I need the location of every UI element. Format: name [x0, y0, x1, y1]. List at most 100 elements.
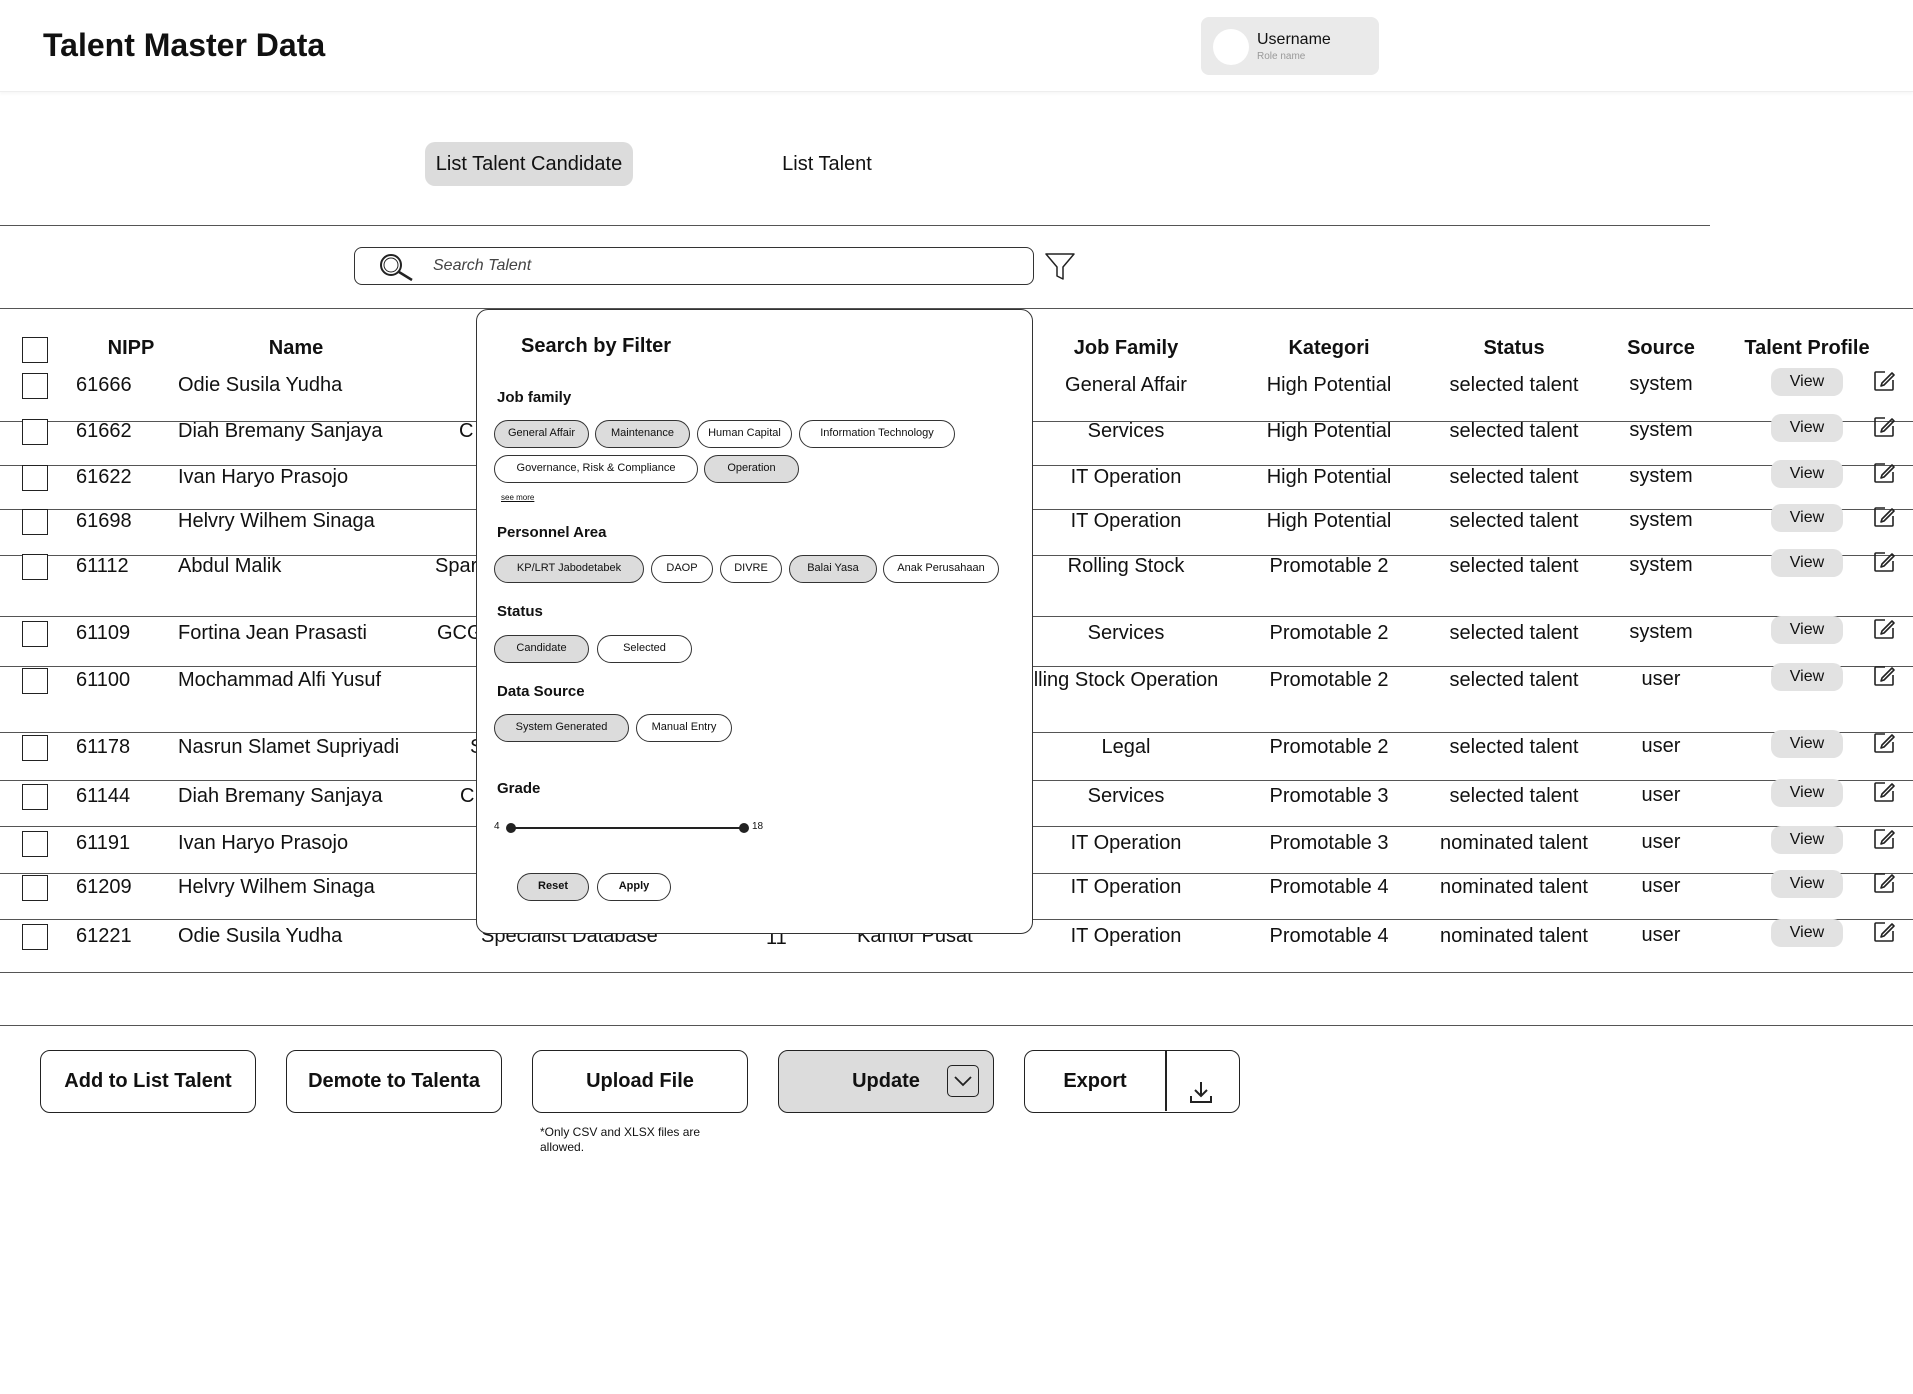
cell-source: system [1629, 621, 1693, 643]
chip-kp-lrt-jabodetabek[interactable]: KP/LRT Jabodetabek [494, 555, 644, 583]
filter-icon[interactable] [1044, 251, 1076, 288]
view-button[interactable]: View [1771, 414, 1843, 442]
cell-source: system [1629, 554, 1693, 576]
view-button[interactable]: View [1771, 779, 1843, 807]
download-icon[interactable] [1188, 1069, 1214, 1129]
edit-icon[interactable] [1872, 550, 1896, 579]
view-button[interactable]: View [1771, 663, 1843, 691]
chip-governance-risk-compliance[interactable]: Governance, Risk & Compliance [494, 455, 698, 483]
chip-information-technology[interactable]: Information Technology [799, 420, 955, 448]
chip-anak-perusahaan[interactable]: Anak Perusahaan [883, 555, 999, 583]
edit-icon[interactable] [1872, 827, 1896, 856]
cell-source: user [1641, 784, 1681, 806]
row-checkbox[interactable] [22, 784, 48, 810]
search-input[interactable] [433, 254, 993, 278]
tab-list-talent[interactable]: List Talent [760, 142, 894, 186]
chip-maintenance[interactable]: Maintenance [595, 420, 690, 448]
cell-nipp: 61622 [76, 466, 132, 488]
cell-job-family: IT Operation [1070, 876, 1182, 898]
user-card[interactable]: Username Role name [1201, 17, 1379, 75]
cell-job-family: Rolling Stock [1067, 555, 1185, 577]
demote-to-talenta-button[interactable]: Demote to Talenta [286, 1050, 502, 1113]
reset-button[interactable]: Reset [517, 873, 589, 901]
row-checkbox[interactable] [22, 465, 48, 491]
see-more-link[interactable]: see more [501, 493, 534, 502]
edit-icon[interactable] [1872, 920, 1896, 949]
chip-candidate[interactable]: Candidate [494, 635, 589, 663]
chip-daop[interactable]: DAOP [651, 555, 713, 583]
cell-source: user [1641, 831, 1681, 853]
search-box[interactable] [354, 247, 1034, 285]
cell-source: system [1629, 373, 1693, 395]
row-checkbox[interactable] [22, 735, 48, 761]
top-bar: Talent Master Data Username Role name [0, 0, 1913, 92]
edit-icon[interactable] [1872, 871, 1896, 900]
chip-human-capital[interactable]: Human Capital [697, 420, 792, 448]
actions-divider [0, 1025, 1913, 1026]
edit-icon[interactable] [1872, 369, 1896, 398]
edit-icon[interactable] [1872, 617, 1896, 646]
view-button[interactable]: View [1771, 549, 1843, 577]
chevron-down-icon[interactable] [947, 1065, 979, 1097]
cell-job-family: General Affair [1065, 374, 1187, 396]
grade-max-handle[interactable] [739, 823, 749, 833]
cell-kategori: High Potential [1266, 374, 1392, 396]
add-to-list-talent-button[interactable]: Add to List Talent [40, 1050, 256, 1113]
edit-icon[interactable] [1872, 780, 1896, 809]
search-icon [375, 252, 415, 287]
tab-list-talent-candidate[interactable]: List Talent Candidate [425, 142, 633, 186]
row-checkbox[interactable] [22, 924, 48, 950]
grade-min-handle[interactable] [506, 823, 516, 833]
row-checkbox[interactable] [22, 509, 48, 535]
view-button[interactable]: View [1771, 616, 1843, 644]
chip-system-generated[interactable]: System Generated [494, 714, 629, 742]
chip-general-affair[interactable]: General Affair [494, 420, 589, 448]
chip-balai-yasa[interactable]: Balai Yasa [789, 555, 877, 583]
select-all-checkbox[interactable] [22, 337, 48, 363]
cell-nipp: 61191 [76, 832, 131, 854]
chip-manual-entry[interactable]: Manual Entry [636, 714, 732, 742]
view-button[interactable]: View [1771, 826, 1843, 854]
view-button[interactable]: View [1771, 919, 1843, 947]
apply-button[interactable]: Apply [597, 873, 671, 901]
upload-file-button[interactable]: Upload File [532, 1050, 748, 1113]
cell-name: Fortina Jean Prasasti [178, 622, 367, 644]
edit-icon[interactable] [1872, 505, 1896, 534]
cell-status: selected talent [1449, 374, 1579, 396]
cell-status: nominated talent [1440, 876, 1588, 898]
personnel-area-label: Personnel Area [497, 524, 607, 541]
edit-icon[interactable] [1872, 415, 1896, 444]
edit-icon[interactable] [1872, 664, 1896, 693]
cell-job-family: IT Operation [1070, 510, 1182, 532]
cell-kategori: Promotable 4 [1269, 925, 1389, 947]
row-checkbox[interactable] [22, 831, 48, 857]
grade-slider-track[interactable] [511, 827, 743, 829]
row-checkbox[interactable] [22, 419, 48, 445]
view-button[interactable]: View [1771, 730, 1843, 758]
chip-selected[interactable]: Selected [597, 635, 692, 663]
cell-name: Ivan Haryo Prasojo [178, 832, 349, 854]
row-checkbox[interactable] [22, 668, 48, 694]
cell-source: system [1629, 509, 1693, 531]
row-checkbox[interactable] [22, 875, 48, 901]
cell-nipp: 61666 [76, 374, 132, 396]
row-checkbox[interactable] [22, 373, 48, 399]
view-button[interactable]: View [1771, 460, 1843, 488]
cell-nipp: 61662 [76, 420, 132, 442]
export-button[interactable]: Export [1024, 1050, 1240, 1113]
row-checkbox[interactable] [22, 621, 48, 647]
chip-divre[interactable]: DIVRE [720, 555, 782, 583]
view-button[interactable]: View [1771, 504, 1843, 532]
cell-job-family: Services [1087, 622, 1165, 644]
edit-icon[interactable] [1872, 731, 1896, 760]
cell-name: Mochammad Alfi Yusuf [178, 669, 382, 691]
cell-position: Spar [435, 555, 478, 577]
chip-operation[interactable]: Operation [704, 455, 799, 483]
view-button[interactable]: View [1771, 870, 1843, 898]
row-checkbox[interactable] [22, 554, 48, 580]
cell-nipp: 61698 [76, 510, 132, 532]
update-button[interactable]: Update [778, 1050, 994, 1113]
cell-status: selected talent [1449, 785, 1579, 807]
edit-icon[interactable] [1872, 461, 1896, 490]
view-button[interactable]: View [1771, 368, 1843, 396]
